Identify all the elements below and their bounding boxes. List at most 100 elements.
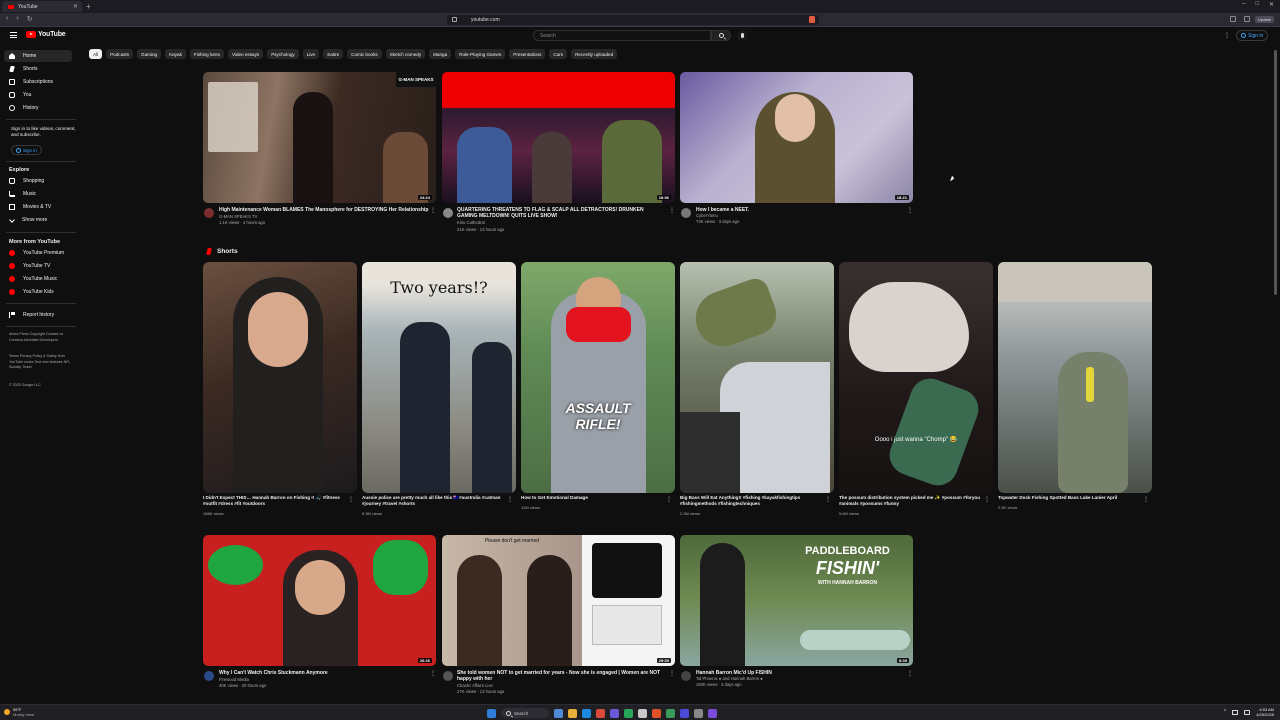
taskbar-search[interactable]: Search [501, 708, 549, 718]
file-explorer-icon[interactable] [568, 708, 577, 718]
sidebar-item-movies[interactable]: Movies & TV [4, 201, 72, 213]
app-icon[interactable] [652, 708, 661, 718]
sidebar-item-history[interactable]: History [4, 102, 72, 114]
app-icon[interactable] [624, 708, 633, 718]
hamburger-menu-icon[interactable] [10, 32, 17, 38]
video-title[interactable]: How I became a NEET. [696, 207, 896, 213]
video-title[interactable]: Why I Can't Watch Chris Stuckmann Anymor… [219, 670, 429, 676]
maximize-button[interactable]: □ [1255, 1, 1259, 8]
volume-icon[interactable] [1244, 709, 1251, 715]
chip-sketch-comedy[interactable]: Sketch comedy [385, 49, 426, 59]
sidebar-item-youtube-premium[interactable]: YouTube Premium [4, 247, 72, 259]
taskbar-clock[interactable]: 4:53 AM 4/25/2025 [1256, 707, 1274, 717]
new-tab-button[interactable]: + [86, 2, 91, 11]
network-icon[interactable] [1232, 709, 1239, 715]
short-menu-icon[interactable]: ⋮ [984, 496, 990, 503]
short-title[interactable]: Aussie police are pretty much all like t… [362, 495, 507, 506]
close-window-button[interactable]: ✕ [1269, 1, 1274, 8]
settings-kebab-icon[interactable]: ⋮ [1224, 32, 1230, 39]
short-thumbnail[interactable]: Oooo i just wanna "Chomp" 😂 [839, 262, 993, 493]
windows-start-icon[interactable] [487, 708, 496, 718]
short-menu-icon[interactable]: ⋮ [507, 496, 513, 503]
sidebar-item-youtube-kids[interactable]: YouTube Kids [4, 286, 72, 298]
video-title[interactable]: QUARTERING THREATENS TO FLAG & SCALP ALL… [457, 207, 665, 219]
channel-avatar[interactable] [443, 208, 453, 218]
chip-fishing-lures[interactable]: Fishing lures [189, 49, 224, 59]
chip-satire[interactable]: Satire [323, 49, 344, 59]
sidebar-item-youtube-tv[interactable]: YouTube TV [4, 260, 72, 272]
chip-cars[interactable]: Cars [549, 49, 568, 59]
short-thumbnail[interactable] [203, 262, 357, 493]
tray-chevron-icon[interactable]: ^ [1224, 709, 1226, 715]
chip-comic-books[interactable]: Comic books [347, 49, 382, 59]
search-input[interactable]: Search [533, 30, 711, 41]
short-menu-icon[interactable]: ⋮ [348, 496, 354, 503]
youtube-logo[interactable]: YouTube [26, 31, 66, 38]
short-title[interactable]: The possum distribution system picked me… [839, 495, 984, 506]
close-tab-icon[interactable]: ✕ [73, 3, 78, 10]
sidebar-item-music[interactable]: Music [4, 188, 72, 200]
chip-recently-uploaded[interactable]: Recently uploaded [571, 49, 618, 59]
browser-app-icon[interactable] [708, 708, 717, 718]
chip-kayak[interactable]: Kayak [165, 49, 186, 59]
app-icon[interactable] [610, 708, 619, 718]
sidebar-item-youtube-music[interactable]: YouTube Music [4, 273, 72, 285]
sidebar-item-shopping[interactable]: Shopping [4, 175, 72, 187]
voice-search-button[interactable] [737, 30, 748, 41]
short-thumbnail[interactable] [680, 262, 834, 493]
app-icon[interactable] [680, 708, 689, 718]
search-button[interactable] [711, 30, 731, 41]
reload-icon[interactable]: ↻ [27, 15, 33, 23]
footer-links-primary[interactable]: About Press Copyright Contact us Creator… [9, 332, 77, 343]
browser-tab[interactable]: YouTube ✕ [2, 1, 82, 12]
chip-podcasts[interactable]: Podcasts [106, 49, 134, 59]
short-menu-icon[interactable]: ⋮ [666, 496, 672, 503]
channel-avatar[interactable] [681, 208, 691, 218]
video-menu-icon[interactable]: ⋮ [907, 670, 913, 677]
video-thumbnail[interactable]: 18:56 [442, 72, 675, 203]
short-menu-icon[interactable]: ⋮ [825, 496, 831, 503]
video-menu-icon[interactable]: ⋮ [430, 670, 436, 677]
channel-avatar[interactable] [204, 208, 214, 218]
chip-video-essays[interactable]: Video essays [227, 49, 264, 59]
video-thumbnail[interactable]: Please don't get married 29:30 [442, 535, 675, 666]
page-scrollbar[interactable] [1274, 50, 1277, 295]
video-title[interactable]: She told women NOT to get married for ye… [457, 670, 665, 682]
chip-psychology[interactable]: Psychology [267, 49, 299, 59]
footer-links-secondary[interactable]: Terms Privacy Policy & Safety How YouTub… [9, 354, 77, 371]
app-icon[interactable] [596, 708, 605, 718]
sidebar-toggle-icon[interactable] [1230, 16, 1236, 22]
video-thumbnail[interactable]: PADDLEBOARD FISHIN' WITH HANNAH BARRON 8… [680, 535, 913, 666]
sidebar-item-shorts[interactable]: Shorts [4, 63, 72, 75]
app-icon[interactable] [694, 708, 703, 718]
extensions-icon[interactable] [1244, 16, 1250, 22]
channel-avatar[interactable] [204, 671, 214, 681]
video-thumbnail[interactable]: 18:21 [680, 72, 913, 203]
short-title[interactable]: How to Get Emotional Damage [521, 495, 666, 501]
sidebar-item-you[interactable]: You [4, 89, 72, 101]
chip-gaming[interactable]: Gaming [137, 49, 162, 59]
url-field[interactable]: youtube.com [447, 15, 819, 25]
short-title[interactable]: Topwater Dock Fishing Spotted Bass Lake … [998, 495, 1143, 501]
video-menu-icon[interactable]: ⋮ [669, 670, 675, 677]
chip-manga[interactable]: Manga [429, 49, 452, 59]
video-thumbnail[interactable]: 26:26 [203, 535, 436, 666]
short-thumbnail[interactable]: ASSAULT RIFLE! [521, 262, 675, 493]
video-thumbnail[interactable]: G-MAN SPEAKS 24:24 [203, 72, 436, 203]
edge-icon[interactable] [582, 708, 591, 718]
short-menu-icon[interactable]: ⋮ [1143, 496, 1149, 503]
minimize-button[interactable]: – [1242, 1, 1245, 8]
chip-role-playing-games[interactable]: Role-Playing Games [455, 49, 506, 59]
sidebar-sign-in-button[interactable]: Sign in [11, 145, 42, 155]
video-menu-icon[interactable]: ⋮ [430, 207, 436, 214]
channel-avatar[interactable] [443, 671, 453, 681]
sidebar-item-show-more[interactable]: Show more [4, 214, 72, 226]
video-title[interactable]: High Maintenance Woman BLAMES The Manosp… [219, 207, 429, 213]
back-icon[interactable]: ‹ [6, 15, 8, 23]
chip-all[interactable]: All [89, 49, 103, 59]
short-title[interactable]: I Didn't Expect THIS… Hannah Barron on F… [203, 495, 348, 506]
app-icon[interactable] [638, 708, 647, 718]
short-title[interactable]: Big Bass Will Eat Anything!! #fishing #k… [680, 495, 825, 506]
weather-widget[interactable]: 55°F Mostly clear [4, 707, 34, 717]
forward-icon[interactable]: › [16, 15, 18, 23]
